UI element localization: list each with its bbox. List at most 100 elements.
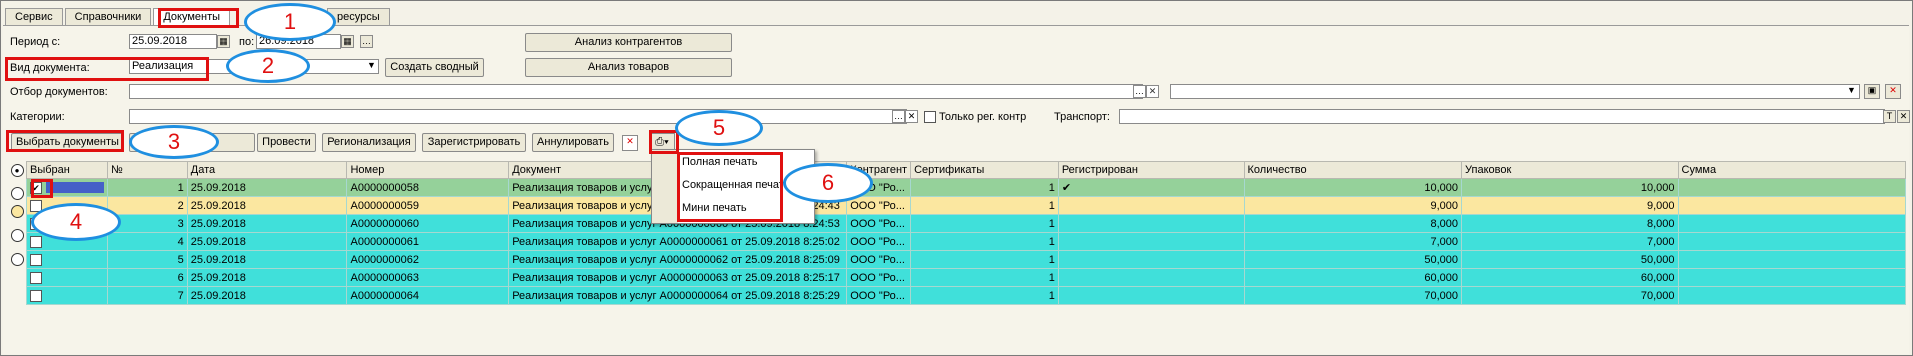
cell-document: Реализация товаров и услуг A0000000064 о… xyxy=(508,286,848,305)
clear-icon[interactable]: ✕ xyxy=(1146,85,1159,98)
cell-packages: 8,000 xyxy=(1461,214,1679,233)
register-button[interactable]: Зарегистрировать xyxy=(422,133,526,152)
cell-document: Реализация товаров и услуг A0000000063 о… xyxy=(508,268,848,287)
cell-packages: 60,000 xyxy=(1461,268,1679,287)
annotation-marker: 1 xyxy=(244,3,336,41)
selection-highlight xyxy=(46,182,104,194)
cell-sum xyxy=(1677,214,1906,233)
row-checkbox[interactable] xyxy=(30,235,42,248)
cell-quantity: 70,000 xyxy=(1243,286,1463,305)
cell-quantity: 60,000 xyxy=(1243,268,1463,287)
cell-registered xyxy=(1057,214,1245,233)
table-row[interactable]: 7 25.09.2018 A0000000064 Реализация това… xyxy=(26,286,1906,305)
cell-packages: 50,000 xyxy=(1461,250,1679,269)
row-checkbox[interactable] xyxy=(30,271,42,284)
only-reg-checkbox[interactable] xyxy=(924,111,936,123)
period-select-button[interactable]: … xyxy=(360,35,373,48)
row-checkbox[interactable] xyxy=(30,289,42,302)
categories-label: Категории: xyxy=(10,111,65,123)
save-icon[interactable]: ▣ xyxy=(1864,84,1880,99)
cell-doc-number: A0000000061 xyxy=(346,232,510,251)
cell-packages: 7,000 xyxy=(1461,232,1679,251)
row-marker-column: ● xyxy=(10,162,24,266)
calendar-icon[interactable]: ▦ xyxy=(341,35,354,48)
window-frame: Сервис Справочники Документы ресурсы Пер… xyxy=(0,0,1913,356)
calendar-icon[interactable]: ▦ xyxy=(217,35,230,48)
annotation-box xyxy=(31,179,53,198)
radio-button[interactable] xyxy=(10,187,24,200)
row-checkbox[interactable] xyxy=(30,253,42,266)
cell-sum xyxy=(1677,286,1906,305)
period-from-label: Период с: xyxy=(10,36,61,48)
radio-button[interactable] xyxy=(10,205,24,218)
select-button[interactable]: … xyxy=(892,110,905,123)
table-row[interactable]: 4 25.09.2018 A0000000061 Реализация това… xyxy=(26,232,1906,251)
col-registered[interactable]: Регистрирован xyxy=(1057,161,1245,179)
create-summary-button[interactable]: Создать сводный xyxy=(385,58,484,77)
selected-cell[interactable] xyxy=(26,268,108,287)
chevron-down-icon[interactable]: ▼ xyxy=(1845,85,1858,98)
cell-sum xyxy=(1677,232,1906,251)
table-row[interactable]: ✔ 1 25.09.2018 A0000000058 Реализация то… xyxy=(26,178,1906,197)
cell-number: 4 xyxy=(107,232,188,251)
col-number[interactable]: № xyxy=(107,161,188,179)
col-date[interactable]: Дата xyxy=(186,161,348,179)
annul-button[interactable]: Аннулировать xyxy=(532,133,614,152)
cell-sum xyxy=(1677,196,1906,215)
close-icon[interactable]: ✕ xyxy=(622,135,638,151)
cell-certificates: 1 xyxy=(910,178,1059,197)
doc-selection-input[interactable] xyxy=(129,84,1143,99)
cell-doc-number: A0000000064 xyxy=(346,286,510,305)
cell-doc-number: A0000000059 xyxy=(346,196,510,215)
period-from-input[interactable]: 25.09.2018 xyxy=(129,34,217,49)
clear-icon[interactable]: ✕ xyxy=(1897,110,1910,123)
annotation-marker: 4 xyxy=(31,203,121,241)
cell-date: 25.09.2018 xyxy=(186,286,348,305)
goods-analysis-button[interactable]: Анализ товаров xyxy=(525,58,732,77)
tab-resources[interactable]: ресурсы xyxy=(327,8,390,25)
counterparty-analysis-button[interactable]: Анализ контрагентов xyxy=(525,33,732,52)
col-sum[interactable]: Сумма xyxy=(1677,161,1906,179)
cell-sum xyxy=(1677,268,1906,287)
cell-counterparty: ООО "Ро... xyxy=(846,232,912,251)
col-packages[interactable]: Упаковок xyxy=(1461,161,1679,179)
doc-selection-extra-input[interactable] xyxy=(1170,84,1860,99)
table-row[interactable]: 5 25.09.2018 A0000000062 Реализация това… xyxy=(26,250,1906,269)
col-certificates[interactable]: Сертификаты xyxy=(910,161,1059,179)
cell-number: 5 xyxy=(107,250,188,269)
radio-button[interactable]: ● xyxy=(10,164,24,177)
categories-input[interactable] xyxy=(129,109,907,124)
selected-cell[interactable] xyxy=(26,286,108,305)
cell-doc-number: A0000000058 xyxy=(346,178,510,197)
text-type-icon[interactable]: T xyxy=(1883,110,1896,123)
cell-date: 25.09.2018 xyxy=(186,214,348,233)
delete-icon[interactable]: ✕ xyxy=(1885,84,1901,99)
clear-icon[interactable]: ✕ xyxy=(905,110,918,123)
chevron-down-icon[interactable]: ▼ xyxy=(365,60,378,73)
radio-button[interactable] xyxy=(10,253,24,266)
tab-references[interactable]: Справочники xyxy=(64,8,152,25)
doc-selection-label: Отбор документов: xyxy=(10,86,108,98)
col-selected[interactable]: Выбран xyxy=(26,161,108,179)
transport-input[interactable] xyxy=(1119,109,1885,124)
annotation-box xyxy=(649,130,679,154)
cell-quantity: 8,000 xyxy=(1243,214,1463,233)
tab-service[interactable]: Сервис xyxy=(5,8,63,25)
col-quantity[interactable]: Количество xyxy=(1243,161,1463,179)
cell-date: 25.09.2018 xyxy=(186,196,348,215)
cell-date: 25.09.2018 xyxy=(186,250,348,269)
cell-certificates: 1 xyxy=(910,250,1059,269)
transport-label: Транспорт: xyxy=(1054,111,1110,123)
regionalization-button[interactable]: Регионализация xyxy=(322,133,416,152)
annotation-box xyxy=(158,8,239,28)
table-row[interactable]: 6 25.09.2018 A0000000063 Реализация това… xyxy=(26,268,1906,287)
col-doc-number[interactable]: Номер xyxy=(346,161,510,179)
radio-button[interactable] xyxy=(10,229,24,242)
select-button[interactable]: … xyxy=(1133,85,1146,98)
selected-cell[interactable] xyxy=(26,250,108,269)
table-row[interactable]: 3 25.09.2018 A0000000060 Реализация това… xyxy=(26,214,1906,233)
table-row[interactable]: 2 25.09.2018 A0000000059 Реализация това… xyxy=(26,196,1906,215)
annotation-box xyxy=(5,57,209,81)
annotation-box xyxy=(6,130,124,152)
post-button[interactable]: Провести xyxy=(257,133,316,152)
